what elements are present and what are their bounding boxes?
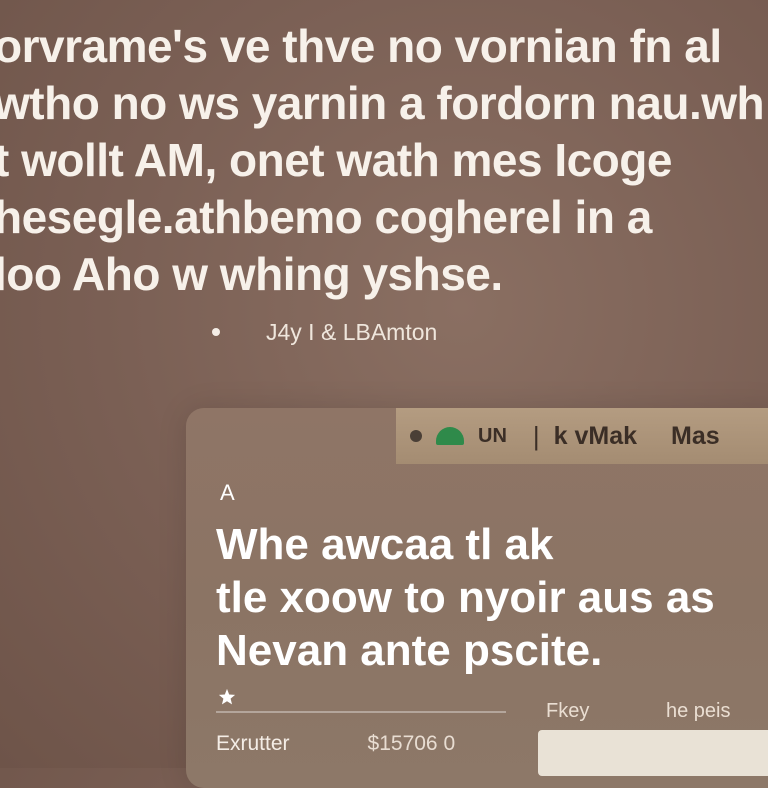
separator: | <box>532 420 540 451</box>
master-label[interactable]: Mas <box>671 422 720 451</box>
export-label: Exrutter <box>216 732 290 755</box>
export-row: Exrutter $15706 0 <box>216 732 455 756</box>
star-icon <box>218 688 236 705</box>
card[interactable]: UN | k vMak Mas A Whe awcaa tl ak tle xo… <box>186 408 768 788</box>
byline-row: J4y I & LBAmton <box>212 318 437 346</box>
headline: orvrame's ve thve no vornian fn al wtho … <box>0 18 768 303</box>
headline-line: t wollt AM, onet wath mes Icoge <box>0 134 672 186</box>
paid-label: he peis <box>666 700 731 722</box>
card-top-bar: UN | k vMak Mas <box>396 408 768 464</box>
divider <box>216 711 506 713</box>
green-leaf-icon <box>436 427 464 445</box>
fkey-label: Fkey <box>546 700 590 722</box>
headline-line: orvrame's ve thve no vornian fn al <box>0 20 722 72</box>
amount-value: $15706 0 <box>367 732 456 755</box>
card-heading-line: Whe awcaa tl ak <box>216 520 554 569</box>
card-heading: Whe awcaa tl ak tle xoow to nyoir aus as… <box>216 518 768 677</box>
byline: J4y I & LBAmton <box>266 318 438 345</box>
amount-input[interactable] <box>538 730 768 776</box>
card-heading-line: Nevan ante pscite. <box>216 626 603 675</box>
card-heading-line: tle xoow to nyoir aus as <box>216 573 715 622</box>
dot-icon <box>410 430 422 442</box>
headline-line: loo Aho w whing yshse. <box>0 248 503 300</box>
bullet-dot-icon <box>212 328 220 336</box>
small-label: A <box>220 480 235 505</box>
headline-line: wtho no ws yarnin a fordorn nau.wh <box>0 77 765 129</box>
headline-line: hesegle.athbemo cogherel in a <box>0 191 652 243</box>
unit-label: UN <box>478 424 507 447</box>
k-label[interactable]: k vMak <box>554 422 637 451</box>
